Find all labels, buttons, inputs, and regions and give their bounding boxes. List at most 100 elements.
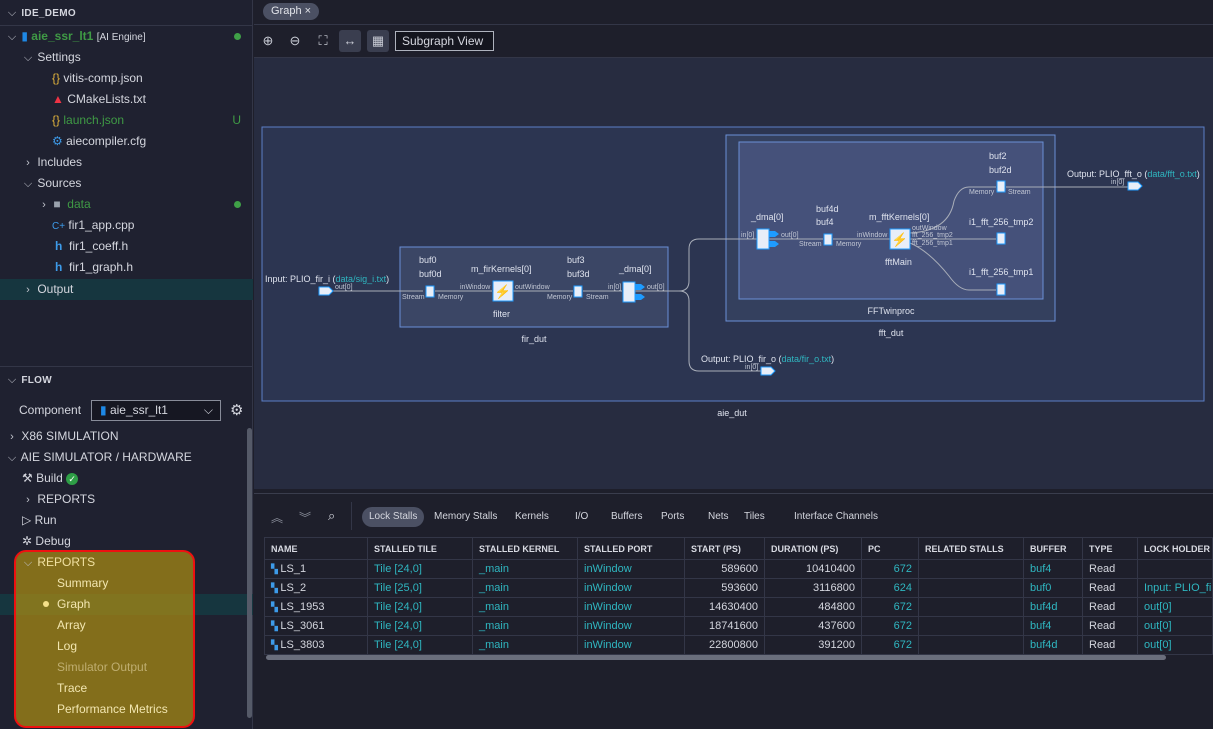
report-simulator-output[interactable]: Simulator Output (0, 657, 253, 678)
graph-diagram[interactable]: aie_dut fir_dut fft_dut FFTwinproc ⚡ ⚡ I… (254, 58, 1213, 490)
report-tab[interactable]: Tiles (737, 507, 772, 527)
report-trace[interactable]: Trace (0, 678, 253, 699)
flow-build[interactable]: ⚒ Build ✓ (0, 468, 253, 489)
report-tab[interactable]: Lock Stalls (362, 507, 425, 527)
table-cell[interactable]: inWindow (577, 597, 685, 617)
flow-reports[interactable]: ⌵ REPORTS (0, 552, 253, 573)
view-select[interactable]: Subgraph View ⌵ (395, 31, 494, 66)
table-cell[interactable]: buf4 (1023, 559, 1083, 579)
report-tab[interactable]: Memory Stalls (427, 507, 504, 527)
tree-sources[interactable]: ⌵ Sources (0, 173, 253, 194)
table-cell[interactable]: Tile [25,0] (367, 578, 473, 598)
tree-includes[interactable]: › Includes (0, 152, 253, 173)
table-cell[interactable]: out[0] (1137, 635, 1213, 655)
table-cell[interactable]: inWindow (577, 559, 685, 579)
flow-run[interactable]: ▷ Run (0, 510, 253, 531)
table-cell[interactable]: Tile [24,0] (367, 559, 473, 579)
zoom-out-icon[interactable]: ⊖ (284, 30, 306, 52)
table-cell[interactable]: 672 (861, 597, 919, 617)
horizontal-scrollbar[interactable] (266, 655, 1166, 660)
flow-header[interactable]: ⌵ FLOW (0, 369, 253, 390)
search-icon[interactable]: ⌕ (328, 508, 335, 524)
table-row[interactable]: ▚ LS_3061 Tile [24,0] _main inWindow 1874160… (264, 616, 1213, 636)
flow-debug[interactable]: ✲ Debug (0, 531, 253, 552)
tree-file[interactable]: C+ fir1_app.cpp (0, 215, 253, 236)
table-cell[interactable]: buf4 (1023, 616, 1083, 636)
tree-file[interactable]: h fir1_graph.h (0, 257, 253, 278)
settings-gear-icon[interactable]: ⚙ (230, 401, 243, 419)
zoom-in-icon[interactable]: ⊕ (257, 30, 279, 52)
project-item[interactable]: ⌵ ▮ aie_ssr_lt1 [AI Engine] (0, 26, 253, 47)
tree-file[interactable]: ▲ CMakeLists.txt (0, 89, 253, 110)
tree-output[interactable]: › Output (0, 279, 253, 300)
report-performance-metrics[interactable]: Performance Metrics (0, 699, 253, 720)
report-graph[interactable]: Graph (0, 594, 190, 615)
table-row[interactable]: ▚ LS_2 Tile [25,0] _main inWindow 593600 3116… (264, 578, 1213, 598)
table-cell[interactable]: buf4d (1023, 635, 1083, 655)
table-row[interactable]: ▚ LS_1 Tile [24,0] _main inWindow 589600 1041… (264, 559, 1213, 579)
column-header[interactable]: STALLED PORT (577, 537, 685, 560)
tree-file[interactable]: ⚙ aiecompiler.cfg (0, 131, 253, 152)
tree-settings[interactable]: ⌵ Settings (0, 47, 253, 68)
chevron-up-double-icon[interactable]: ︽ (271, 509, 283, 526)
table-cell[interactable]: _main (472, 635, 578, 655)
table-cell[interactable]: 624 (861, 578, 919, 598)
table-cell[interactable]: buf4d (1023, 597, 1083, 617)
report-tab[interactable]: Buffers (604, 507, 650, 527)
table-cell[interactable]: Tile [24,0] (367, 597, 473, 617)
table-row[interactable]: ▚ LS_3803 Tile [24,0] _main inWindow 2280080… (264, 635, 1213, 655)
horizontal-layout-icon[interactable]: ↔ (339, 30, 361, 52)
table-cell[interactable]: 672 (861, 559, 919, 579)
report-log[interactable]: Log (0, 636, 253, 657)
column-header[interactable]: BUFFER (1023, 537, 1083, 560)
report-tab[interactable]: Nets (701, 507, 736, 527)
tree-file[interactable]: {} launch.json U (0, 110, 253, 131)
table-cell[interactable]: 672 (861, 616, 919, 636)
table-cell[interactable]: 672 (861, 635, 919, 655)
graph-canvas[interactable]: aie_dut fir_dut fft_dut FFTwinproc ⚡ ⚡ I… (254, 57, 1213, 489)
table-cell[interactable]: _main (472, 559, 578, 579)
report-tab[interactable]: I/O (568, 507, 595, 527)
close-icon[interactable]: × (305, 5, 311, 17)
table-cell[interactable]: _main (472, 597, 578, 617)
column-header[interactable]: DURATION (PS) (764, 537, 862, 560)
table-cell[interactable]: buf0 (1023, 578, 1083, 598)
table-cell[interactable]: Tile [24,0] (367, 635, 473, 655)
explorer-header[interactable]: ⌵ IDE_DEMO (0, 2, 253, 23)
column-header[interactable]: TYPE (1082, 537, 1138, 560)
column-header[interactable]: RELATED STALLS (918, 537, 1024, 560)
table-cell[interactable]: inWindow (577, 616, 685, 636)
report-summary[interactable]: Summary (0, 573, 253, 594)
table-cell[interactable] (1137, 559, 1213, 579)
column-header[interactable]: STALLED TILE (367, 537, 473, 560)
table-cell[interactable]: out[0] (1137, 616, 1213, 636)
report-tab[interactable]: Interface Channels (787, 507, 885, 527)
report-array[interactable]: Array (0, 615, 253, 636)
component-select[interactable]: ▮ aie_ssr_lt1 ⌵ (91, 400, 221, 421)
column-header[interactable]: PC (861, 537, 919, 560)
column-header[interactable]: NAME (264, 537, 368, 560)
fit-to-screen-icon[interactable]: ⛶ (312, 30, 334, 52)
report-tab[interactable]: Ports (654, 507, 691, 527)
tree-file[interactable]: h fir1_coeff.h (0, 236, 253, 257)
column-header[interactable]: START (PS) (684, 537, 765, 560)
table-cell[interactable]: Input: PLIO_fir_i (1137, 578, 1213, 598)
flow-scrollbar[interactable] (247, 428, 252, 718)
tree-folder-data[interactable]: › ■ data (0, 194, 253, 215)
grid-table-icon[interactable]: ▦ (367, 30, 389, 52)
table-row[interactable]: ▚ LS_1953 Tile [24,0] _main inWindow 1463040… (264, 597, 1213, 617)
tree-file[interactable]: {} vitis-comp.json (0, 68, 253, 89)
table-cell[interactable]: _main (472, 578, 578, 598)
table-cell[interactable]: inWindow (577, 635, 685, 655)
column-header[interactable]: STALLED KERNEL (472, 537, 578, 560)
table-cell[interactable]: inWindow (577, 578, 685, 598)
column-header[interactable]: LOCK HOLDER (1137, 537, 1213, 560)
table-cell[interactable]: out[0] (1137, 597, 1213, 617)
tab-graph[interactable]: Graph × (263, 3, 320, 20)
flow-aie-simulator[interactable]: ⌵ AIE SIMULATOR / HARDWARE (0, 447, 253, 468)
table-cell[interactable]: Tile [24,0] (367, 616, 473, 636)
report-tab[interactable]: Kernels (508, 507, 556, 527)
chevron-down-double-icon[interactable]: ︾ (299, 509, 311, 526)
flow-x86-simulation[interactable]: › X86 SIMULATION (0, 426, 253, 447)
flow-build-reports[interactable]: › REPORTS (0, 489, 253, 510)
